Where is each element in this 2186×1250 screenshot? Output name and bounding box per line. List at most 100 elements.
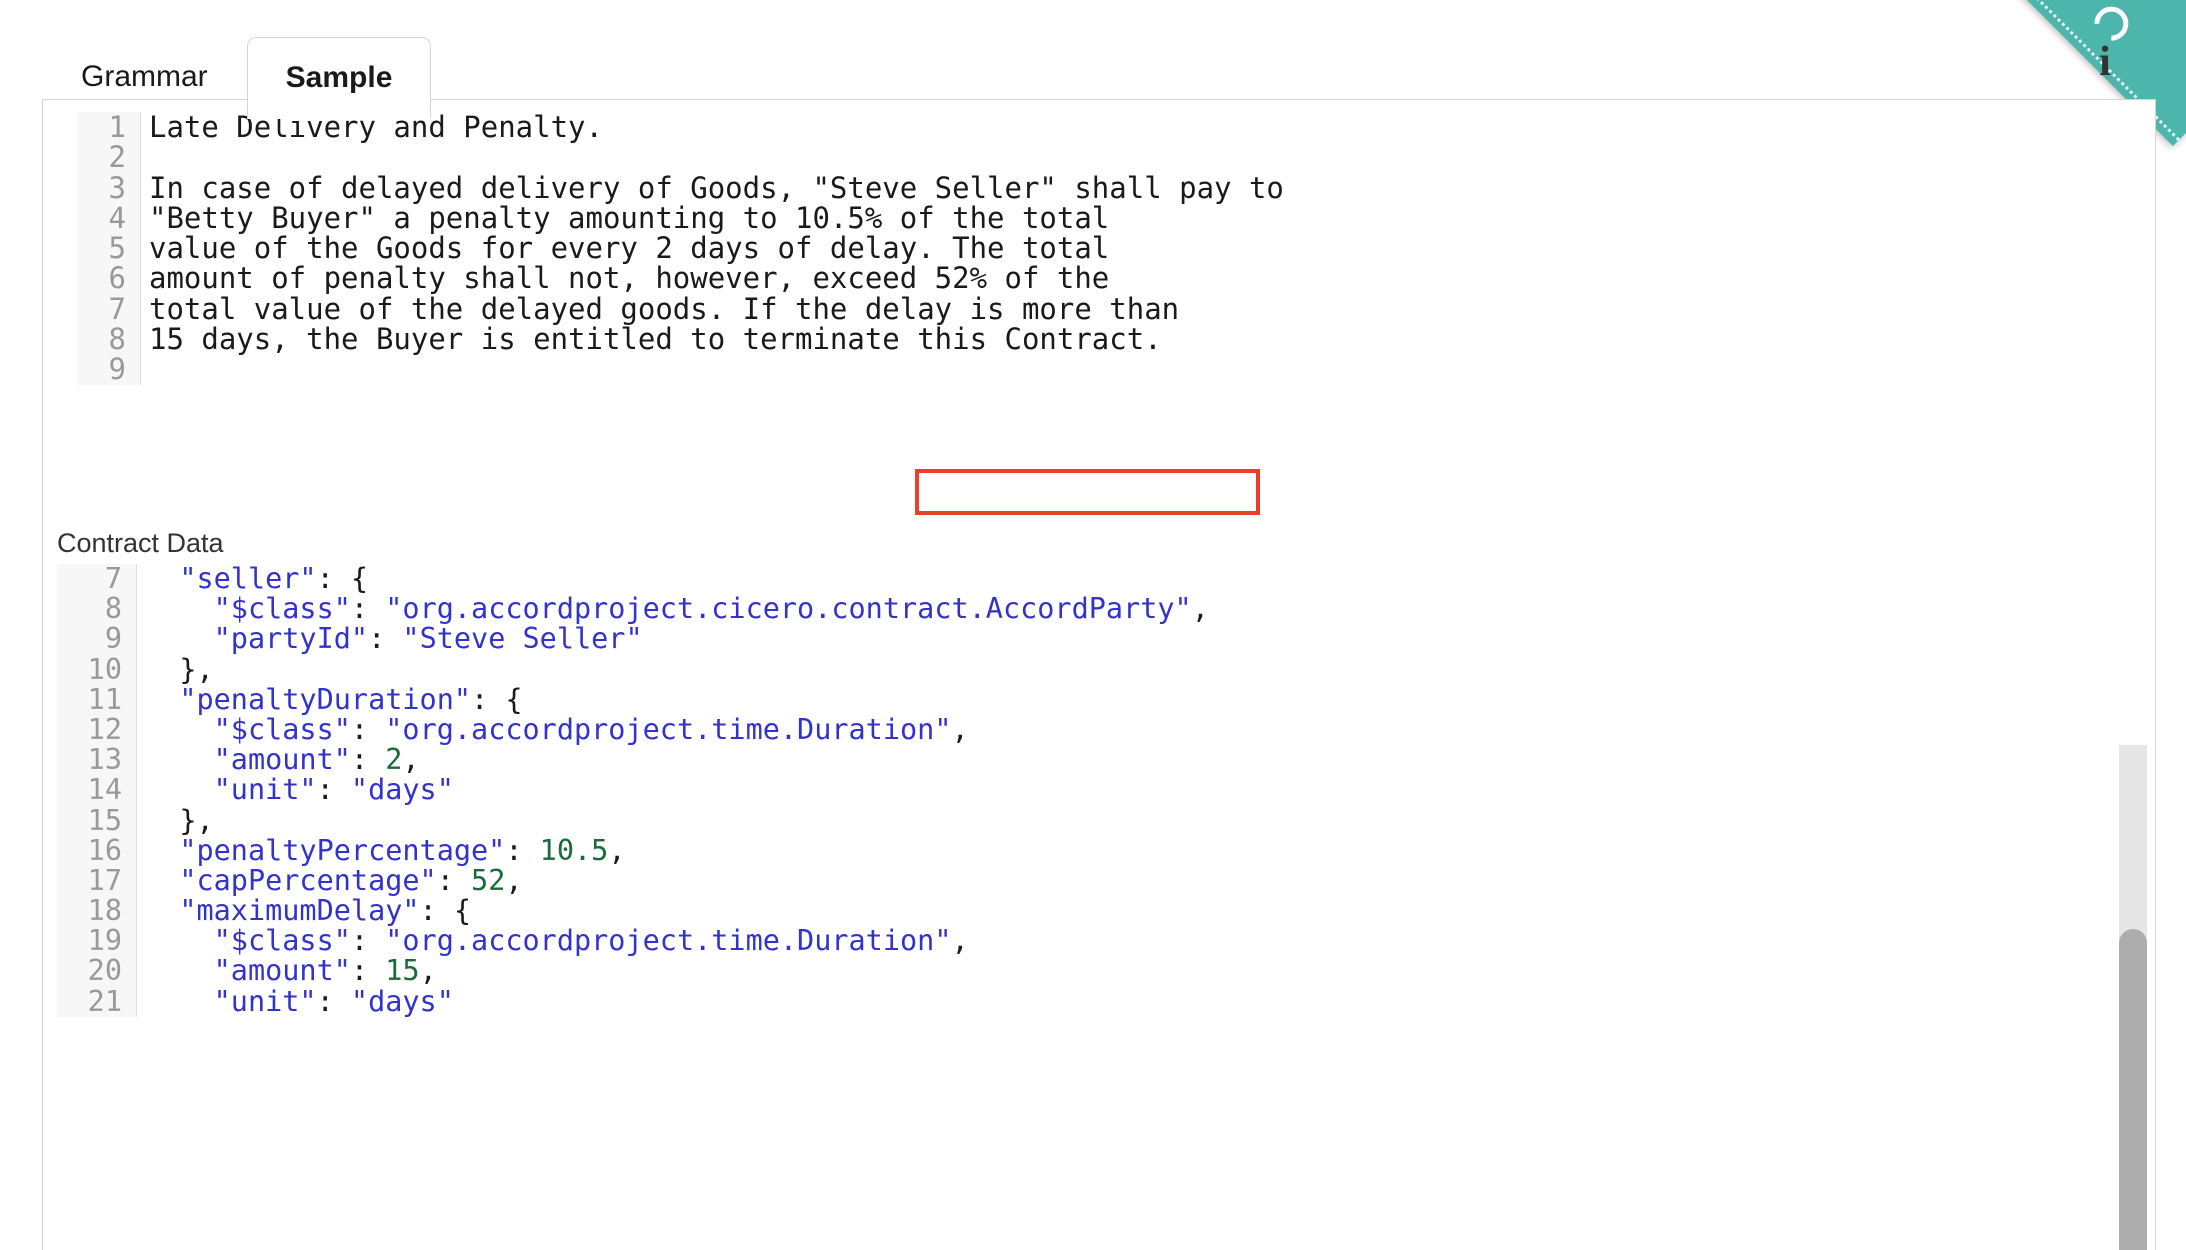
code-token: "amount" bbox=[213, 954, 351, 988]
line-number: 7 bbox=[104, 564, 122, 595]
tab-grammar-label: Grammar bbox=[81, 60, 208, 93]
line-number: 2 bbox=[108, 140, 126, 175]
line-number: 9 bbox=[104, 622, 122, 656]
code-token: "Steve Seller" bbox=[402, 622, 643, 656]
line-number: 17 bbox=[87, 863, 122, 897]
line-number: 20 bbox=[87, 954, 122, 988]
contract-line-gutter: 7 8 9 10 11 12 13 14 15 16 17 18 19 20 21 bbox=[57, 564, 137, 1017]
sample-code-area[interactable]: Late Delivery and Penalty. In case of de… bbox=[141, 112, 2117, 385]
code-token: "penaltyPercentage" bbox=[179, 833, 506, 867]
code-token: 2 bbox=[385, 743, 403, 777]
code-line: amount of penalty shall not, however, ex… bbox=[149, 261, 1110, 296]
scrollbar-thumb[interactable] bbox=[2119, 929, 2147, 1250]
code-line: value of the Goods for every 2 days of d… bbox=[149, 231, 1110, 266]
code-token: : { bbox=[471, 682, 523, 716]
code-token: "days" bbox=[350, 984, 454, 1017]
contract-data-editor[interactable]: 7 8 9 10 11 12 13 14 15 16 17 18 19 20 21 "seller": { … bbox=[57, 564, 2155, 1250]
line-number: 3 bbox=[108, 170, 126, 205]
code-token: , bbox=[419, 954, 437, 988]
line-number: 12 bbox=[87, 712, 122, 746]
code-line: "amount": 2, bbox=[145, 745, 2155, 775]
code-token: "capPercentage" bbox=[179, 863, 437, 897]
code-token: "days" bbox=[350, 773, 454, 807]
code-token: "org.accordproject.time.Duration" bbox=[385, 712, 952, 746]
code-token: : bbox=[350, 743, 386, 777]
line-number: 4 bbox=[108, 200, 126, 235]
code-line: "Betty Buyer" a penalty amounting to 10.… bbox=[149, 200, 1110, 235]
line-number: 15 bbox=[87, 803, 122, 837]
line-number: 21 bbox=[87, 984, 122, 1018]
code-line: "unit": "days" bbox=[145, 984, 2155, 1017]
contract-data-label: Contract Data bbox=[57, 528, 224, 558]
line-number: 7 bbox=[108, 291, 126, 326]
line-number: 8 bbox=[104, 592, 122, 626]
line-number: 6 bbox=[108, 261, 126, 296]
tab-panel-sample: 123456789 Late Delivery and Penalty. In … bbox=[42, 99, 2156, 1250]
code-token: : bbox=[350, 924, 386, 958]
code-token: "$class" bbox=[213, 712, 351, 746]
code-token: , bbox=[951, 712, 969, 746]
code-token: "penaltyDuration" bbox=[179, 682, 472, 716]
code-line: "unit": "days" bbox=[145, 775, 2155, 805]
code-line: Late Delivery and Penalty. bbox=[149, 112, 603, 144]
code-token: , bbox=[1191, 592, 1209, 626]
code-token: "$class" bbox=[213, 924, 351, 958]
code-token: , bbox=[608, 833, 626, 867]
code-token: : bbox=[436, 863, 472, 897]
code-token: }, bbox=[179, 803, 214, 837]
code-token: : bbox=[316, 984, 351, 1017]
code-token: 15 bbox=[385, 954, 420, 988]
line-number: 14 bbox=[87, 773, 122, 807]
line-number: 16 bbox=[87, 833, 122, 867]
code-token: "$class" bbox=[213, 592, 351, 626]
code-token: 52 bbox=[471, 863, 506, 897]
sample-code-block: 123456789 Late Delivery and Penalty. In … bbox=[77, 112, 2117, 385]
contract-code-area[interactable]: "seller": { "$class": "org.accordproject… bbox=[137, 564, 2155, 1017]
code-token: : bbox=[350, 954, 386, 988]
line-number: 10 bbox=[87, 652, 122, 686]
code-line: }, bbox=[145, 803, 2155, 837]
code-token: "partyId" bbox=[213, 622, 369, 656]
code-token: "unit" bbox=[213, 773, 317, 807]
code-token: : bbox=[350, 712, 386, 746]
code-line: "penaltyDuration": { bbox=[145, 682, 2155, 716]
line-number: 8 bbox=[108, 322, 126, 357]
info-icon[interactable]: i bbox=[2088, 36, 2122, 88]
code-token: : bbox=[350, 592, 386, 626]
app-root: Grammar Sample i 123456789 Late Delivery… bbox=[0, 0, 2186, 1250]
code-token: "maximumDelay" bbox=[179, 894, 420, 928]
line-number: 9 bbox=[108, 352, 126, 387]
code-token: "org.accordproject.cicero.contract.Accor… bbox=[385, 592, 1192, 626]
code-line: "$class": "org.accordproject.time.Durati… bbox=[145, 712, 2155, 746]
code-line: "maximumDelay": { bbox=[145, 894, 2155, 928]
code-line: "seller": { bbox=[145, 564, 2155, 594]
code-token: "org.accordproject.time.Duration" bbox=[385, 924, 952, 958]
code-line: total value of the delayed goods. If the… bbox=[149, 291, 1180, 326]
code-token: , bbox=[951, 924, 969, 958]
line-number: 19 bbox=[87, 924, 122, 958]
sample-editor[interactable]: 123456789 Late Delivery and Penalty. In … bbox=[77, 112, 2117, 515]
code-line: "capPercentage": 52, bbox=[145, 863, 2155, 897]
contract-code-block: 7 8 9 10 11 12 13 14 15 16 17 18 19 20 21 "seller": { … bbox=[57, 564, 2155, 1017]
tab-sample[interactable]: Sample bbox=[246, 37, 432, 119]
line-number: 11 bbox=[87, 682, 122, 716]
code-token: "unit" bbox=[213, 984, 317, 1017]
code-token: : bbox=[505, 833, 540, 867]
code-token: , bbox=[505, 863, 523, 897]
code-token: "seller" bbox=[179, 564, 317, 595]
contract-data-scrollbar[interactable] bbox=[2119, 745, 2147, 1250]
tab-sample-label: Sample bbox=[285, 61, 393, 94]
line-number: 18 bbox=[87, 894, 122, 928]
sample-line-gutter: 123456789 bbox=[77, 112, 141, 385]
code-line: In case of delayed delivery of Goods, "S… bbox=[149, 170, 1284, 205]
code-token: "amount" bbox=[213, 743, 351, 777]
code-token: }, bbox=[179, 652, 214, 686]
code-line: }, bbox=[145, 652, 2155, 686]
line-number: 5 bbox=[108, 231, 126, 266]
tab-bar: Grammar Sample bbox=[42, 18, 432, 119]
line-number: 13 bbox=[87, 743, 122, 777]
code-token: : bbox=[316, 773, 351, 807]
tab-grammar[interactable]: Grammar bbox=[42, 36, 247, 118]
